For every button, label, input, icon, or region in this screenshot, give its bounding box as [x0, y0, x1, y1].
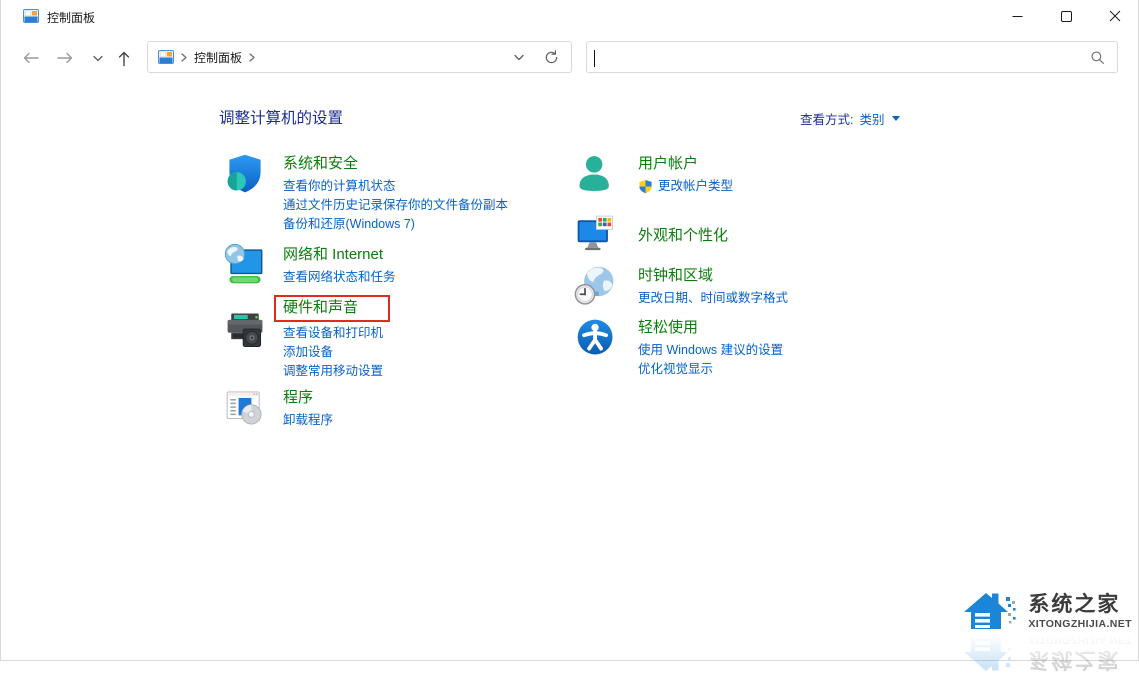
- breadcrumb[interactable]: 控制面板: [147, 41, 572, 73]
- navigation-bar: 控制面板: [1, 40, 1138, 76]
- breadcrumb-chevron-icon[interactable]: [249, 53, 255, 62]
- back-icon[interactable]: [19, 46, 43, 70]
- watermark-reflection: 系统之家 XITONGZHIJIA.NET: [962, 630, 1132, 676]
- link-computer-status[interactable]: 查看你的计算机状态: [283, 178, 396, 194]
- close-button[interactable]: [1092, 0, 1138, 32]
- link-mobility-settings[interactable]: 调整常用移动设置: [283, 363, 383, 379]
- category-ease-of-access: 轻松使用 使用 Windows 建议的设置 优化视觉显示: [574, 316, 783, 380]
- category-appearance-personalization: 外观和个性化: [574, 212, 728, 256]
- minimize-button[interactable]: [994, 0, 1040, 32]
- link-uninstall-program[interactable]: 卸载程序: [283, 412, 333, 428]
- category-title-network-internet[interactable]: 网络和 Internet: [283, 245, 383, 265]
- view-by-value[interactable]: 类别: [859, 109, 884, 128]
- programs-window-icon[interactable]: [223, 386, 267, 430]
- watermark: 系统之家 XITONGZHIJIA.NET 系统之家 XITONGZHIJIA.…: [962, 588, 1132, 676]
- page-title: 调整计算机的设置: [219, 106, 343, 128]
- address-chevron-down-icon[interactable]: [514, 54, 524, 61]
- control-panel-icon: [23, 8, 39, 24]
- category-network-internet: 网络和 Internet 查看网络状态和任务: [223, 243, 396, 288]
- link-optimize-visual-display[interactable]: 优化视觉显示: [638, 361, 713, 377]
- refresh-icon[interactable]: [544, 50, 559, 65]
- category-user-accounts: 用户帐户 更改帐户类型: [574, 152, 733, 197]
- category-programs: 程序 卸载程序: [223, 386, 333, 431]
- category-hardware-sound: 硬件和声音 查看设备和打印机 添加设备 调整常用移动设置: [223, 296, 390, 382]
- title-bar: 控制面板: [1, 0, 1138, 32]
- personalization-monitor-icon[interactable]: [574, 212, 618, 256]
- breadcrumb-chevron-icon[interactable]: [181, 53, 187, 62]
- ease-of-access-icon[interactable]: [574, 316, 618, 360]
- category-clock-region: 时钟和区域 更改日期、时间或数字格式: [574, 264, 788, 309]
- clock-globe-icon[interactable]: [574, 264, 618, 308]
- link-devices-printers[interactable]: 查看设备和打印机: [283, 325, 383, 341]
- link-change-account-type-label: 更改帐户类型: [658, 178, 733, 194]
- watermark-site-name-reflection: 系统之家: [1028, 648, 1120, 672]
- link-file-history-backup[interactable]: 通过文件历史记录保存你的文件备份副本: [283, 197, 508, 213]
- watermark-logo-row: 系统之家 XITONGZHIJIA.NET: [962, 588, 1132, 634]
- category-title-hardware-sound[interactable]: 硬件和声音: [274, 295, 390, 322]
- link-windows-suggested-settings[interactable]: 使用 Windows 建议的设置: [638, 342, 783, 358]
- network-monitor-icon[interactable]: [223, 243, 267, 287]
- link-add-device[interactable]: 添加设备: [283, 344, 333, 360]
- window-title: 控制面板: [47, 9, 95, 26]
- xitongzhijia-house-logo-icon: [962, 630, 1020, 676]
- maximize-button[interactable]: [1043, 0, 1089, 32]
- history-chevron-down-icon[interactable]: [86, 46, 110, 70]
- category-title-programs[interactable]: 程序: [283, 388, 313, 408]
- category-title-clock-region[interactable]: 时钟和区域: [638, 266, 713, 286]
- xitongzhijia-house-logo-icon: [962, 588, 1020, 634]
- view-by-label: 查看方式:: [800, 109, 853, 128]
- watermark-site-url: XITONGZHIJIA.NET: [1028, 618, 1132, 630]
- search-box[interactable]: [586, 41, 1118, 73]
- watermark-site-name: 系统之家: [1028, 593, 1120, 617]
- security-shield-icon[interactable]: [223, 152, 267, 196]
- category-title-ease-of-access[interactable]: 轻松使用: [638, 318, 698, 338]
- category-title-user-accounts[interactable]: 用户帐户: [638, 154, 698, 174]
- link-backup-restore-win7[interactable]: 备份和还原(Windows 7): [283, 216, 415, 232]
- control-panel-icon: [158, 49, 174, 65]
- breadcrumb-item-control-panel[interactable]: 控制面板: [194, 49, 242, 66]
- control-panel-window: { "window": { "title": "控制面板" }, "nav": …: [0, 0, 1139, 661]
- category-title-appearance[interactable]: 外观和个性化: [638, 226, 728, 246]
- view-by-dropdown-icon[interactable]: [892, 116, 900, 121]
- printer-speaker-icon[interactable]: [223, 308, 267, 352]
- search-input[interactable]: [595, 45, 1079, 71]
- view-by-control: 查看方式: 类别: [800, 109, 900, 128]
- link-change-account-type[interactable]: 更改帐户类型: [638, 178, 733, 194]
- uac-shield-icon: [638, 179, 653, 194]
- watermark-site-url-reflection: XITONGZHIJIA.NET: [1028, 635, 1132, 647]
- link-change-date-time[interactable]: 更改日期、时间或数字格式: [638, 290, 788, 306]
- search-icon[interactable]: [1090, 50, 1105, 65]
- link-network-status[interactable]: 查看网络状态和任务: [283, 269, 396, 285]
- up-icon[interactable]: [112, 46, 136, 70]
- user-silhouette-icon[interactable]: [574, 152, 618, 196]
- category-system-security: 系统和安全 查看你的计算机状态 通过文件历史记录保存你的文件备份副本 备份和还原…: [223, 152, 508, 235]
- forward-icon[interactable]: [53, 46, 77, 70]
- category-title-system-security[interactable]: 系统和安全: [283, 154, 358, 174]
- text-caret: [594, 50, 595, 67]
